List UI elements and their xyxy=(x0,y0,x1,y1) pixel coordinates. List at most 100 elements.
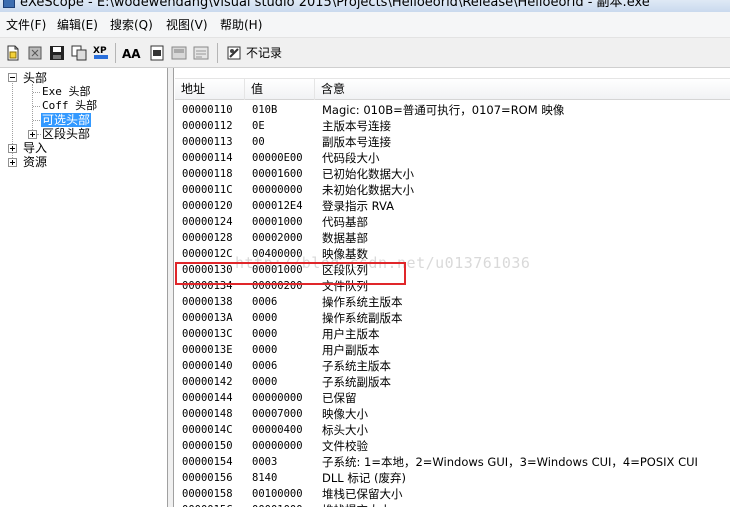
cell-address: 00000144 xyxy=(182,392,233,404)
no-record-icon[interactable] xyxy=(225,44,243,62)
cell-meaning: 子系统: 1=本地，2=Windows GUI，3=Windows CUI，4=… xyxy=(322,455,698,469)
tree-expander-header[interactable] xyxy=(8,73,17,82)
tree-item-section-header[interactable]: 区段头部 xyxy=(42,127,90,141)
table-row[interactable]: 0000013A 0000 操作系统副版本 xyxy=(175,310,730,326)
table-row[interactable]: 00000156 8140 DLL 标记 (废弃) xyxy=(175,470,730,486)
table-row[interactable]: 00000148 00007000 映像大小 xyxy=(175,406,730,422)
cell-address: 0000015C xyxy=(182,502,233,507)
no-record-label[interactable]: 不记录 xyxy=(246,45,282,61)
cell-meaning: 代码段大小 xyxy=(322,151,380,165)
table-row[interactable]: 0000013C 0000 用户主版本 xyxy=(175,326,730,342)
window-title: eXeScope - E:\wodewendang\visual studio … xyxy=(20,0,650,10)
font-icon[interactable]: AA xyxy=(122,44,141,62)
detail-list: 地址 值 含意 00000110 010B Magic: 010B=普通可执行，01… xyxy=(175,68,730,507)
cell-meaning: 操作系统主版本 xyxy=(322,295,403,309)
table-row[interactable]: 00000142 0000 子系统副版本 xyxy=(175,374,730,390)
title-bar: eXeScope - E:\wodewendang\visual studio … xyxy=(0,0,730,12)
cell-address: 00000110 xyxy=(182,104,233,116)
cell-address: 00000142 xyxy=(182,376,233,388)
cell-address: 00000148 xyxy=(182,408,233,420)
tree-connector xyxy=(37,134,41,135)
table-row[interactable]: 00000120 000012E4 登录指示 RVA xyxy=(175,198,730,214)
cell-meaning: 文件校验 xyxy=(322,439,368,453)
cell-value: 00002000 xyxy=(252,232,303,244)
cell-value: 0006 xyxy=(252,296,278,308)
tree-connector xyxy=(33,92,40,93)
cell-meaning: 子系统副版本 xyxy=(322,375,391,389)
table-row[interactable]: 00000124 00001000 代码基部 xyxy=(175,214,730,230)
cell-address: 00000118 xyxy=(182,168,233,180)
cell-address: 00000128 xyxy=(182,232,233,244)
cell-meaning: 登录指示 RVA xyxy=(322,199,395,213)
table-row[interactable]: 0000013E 0000 用户副版本 xyxy=(175,342,730,358)
table-row[interactable]: 00000118 00001600 已初始化数据大小 xyxy=(175,166,730,182)
tree-item-coff-header[interactable]: Coff 头部 xyxy=(42,99,97,113)
table-row[interactable]: 00000114 00000E00 代码段大小 xyxy=(175,150,730,166)
cell-value: 00000000 xyxy=(252,392,303,404)
tree-expander-imports[interactable] xyxy=(8,144,17,153)
highlight-annotation-box xyxy=(175,262,406,285)
table-row[interactable]: 00000154 0003 子系统: 1=本地，2=Windows GUI，3=Wi… xyxy=(175,454,730,470)
column-header-meaning[interactable]: 含意 xyxy=(315,79,730,100)
cell-meaning: 副版本号连接 xyxy=(322,135,391,149)
cell-address: 00000158 xyxy=(182,488,233,500)
tree-expander-resources[interactable] xyxy=(8,158,17,167)
menu-bar: 文件(F) 编辑(E) 搜索(Q) 视图(V) 帮助(H) xyxy=(0,12,730,38)
table-row[interactable]: 00000112 0E 主版本号连接 xyxy=(175,118,730,134)
cell-value: 0000 xyxy=(252,376,278,388)
table-row[interactable]: 00000113 00 副版本号连接 xyxy=(175,134,730,150)
cell-value: 00000000 xyxy=(252,184,303,196)
column-header-value[interactable]: 值 xyxy=(245,79,315,100)
cell-meaning: 用户主版本 xyxy=(322,327,380,341)
cell-address: 00000140 xyxy=(182,360,233,372)
table-row[interactable]: 00000144 00000000 已保留 xyxy=(175,390,730,406)
xp-icon[interactable]: XP xyxy=(92,44,110,62)
tree-item-resources[interactable]: 资源 xyxy=(23,155,47,169)
table-row[interactable]: 00000128 00002000 数据基部 xyxy=(175,230,730,246)
cell-meaning: 堆栈提交大小 xyxy=(322,502,391,507)
save-icon[interactable] xyxy=(48,44,66,62)
menu-view[interactable]: 视图(V) xyxy=(166,17,208,33)
table-row[interactable]: 00000138 0006 操作系统主版本 xyxy=(175,294,730,310)
cell-value: 00001600 xyxy=(252,168,303,180)
cell-address: 00000113 xyxy=(182,136,233,148)
cell-value: 8140 xyxy=(252,472,278,484)
cell-value: 000012E4 xyxy=(252,200,303,212)
table-row[interactable]: 00000150 00000000 文件校验 xyxy=(175,438,730,454)
table-row[interactable]: 0000015C 00001000 堆栈提交大小 xyxy=(175,502,730,507)
cell-address: 0000013C xyxy=(182,328,233,340)
cell-address: 0000012C xyxy=(182,248,233,260)
table-row[interactable]: 0000014C 00000400 标头大小 xyxy=(175,422,730,438)
resource-icon[interactable] xyxy=(192,44,210,62)
tree-pane: 头部 Exe 头部 Coff 头部 可选头部 区段头部 导入 资源 xyxy=(0,68,168,507)
table-row[interactable]: 0000011C 00000000 未初始化数据大小 xyxy=(175,182,730,198)
column-header-address[interactable]: 地址 xyxy=(175,79,245,100)
tree-item-exe-header[interactable]: Exe 头部 xyxy=(42,85,91,99)
hex-icon[interactable] xyxy=(148,44,166,62)
table-row[interactable]: 00000140 0006 子系统主版本 xyxy=(175,358,730,374)
dialog-icon[interactable] xyxy=(170,44,188,62)
cell-meaning: 代码基部 xyxy=(322,215,368,229)
menu-help[interactable]: 帮助(H) xyxy=(220,17,262,33)
menu-file[interactable]: 文件(F) xyxy=(6,17,46,33)
cell-value: 00100000 xyxy=(252,488,303,500)
cell-value: 0000 xyxy=(252,328,278,340)
pane-splitter[interactable] xyxy=(168,68,174,507)
list-header: 地址 值 含意 xyxy=(175,78,730,100)
new-file-icon[interactable] xyxy=(4,44,22,62)
tree-item-header[interactable]: 头部 xyxy=(23,71,47,85)
table-row[interactable]: 00000158 00100000 堆栈已保留大小 xyxy=(175,486,730,502)
cell-meaning: 主版本号连接 xyxy=(322,119,391,133)
cell-address: 0000013A xyxy=(182,312,233,324)
cell-address: 00000114 xyxy=(182,152,233,164)
tree-item-optional-header[interactable]: 可选头部 xyxy=(41,113,92,127)
cell-value: 00 xyxy=(252,136,265,148)
tree-expander-section-header[interactable] xyxy=(28,130,37,139)
menu-edit[interactable]: 编辑(E) xyxy=(57,17,98,33)
tree-item-imports[interactable]: 导入 xyxy=(23,141,47,155)
open-file-icon[interactable] xyxy=(26,44,44,62)
copy-icon[interactable] xyxy=(70,44,88,62)
table-row[interactable]: 00000110 010B Magic: 010B=普通可执行，0107=ROM 映… xyxy=(175,102,730,118)
menu-search[interactable]: 搜索(Q) xyxy=(110,17,153,33)
cell-address: 00000150 xyxy=(182,440,233,452)
